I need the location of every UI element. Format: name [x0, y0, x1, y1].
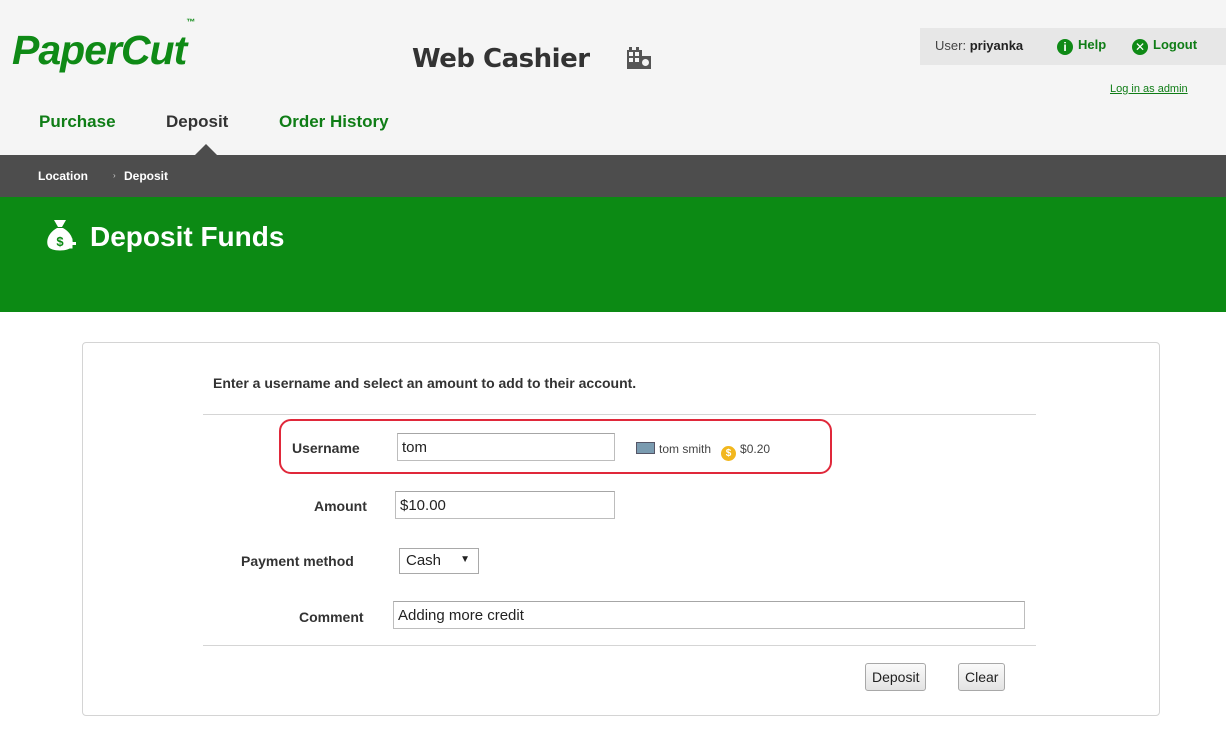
deposit-form-card — [82, 342, 1160, 716]
comment-label: Comment — [299, 609, 364, 625]
logout-link[interactable]: ✕ Logout — [1132, 37, 1197, 55]
money-bag-plus-icon: $ — [44, 218, 78, 259]
breadcrumb-separator: › — [113, 171, 116, 180]
amount-input[interactable] — [395, 491, 615, 519]
user-balance: $0.20 — [740, 442, 771, 456]
nav-purchase[interactable]: Purchase — [39, 113, 116, 130]
dropdown-arrow-icon: ▼ — [460, 554, 470, 565]
user-full-name: tom smith — [659, 442, 712, 456]
login-as-admin-link[interactable]: Log in as admin — [1110, 83, 1188, 95]
papercut-logo: PaperCut™ — [12, 18, 195, 73]
user-lookup-result: tom smith $ $0.20 — [636, 442, 770, 461]
help-link[interactable]: i Help — [1057, 37, 1106, 55]
breadcrumb-location[interactable]: Location — [38, 170, 88, 182]
amount-label: Amount — [314, 498, 367, 514]
page-title: Deposit Funds — [90, 221, 285, 252]
user-name: priyanka — [969, 38, 1024, 53]
header — [0, 0, 1226, 155]
payment-method-value: Cash — [406, 552, 442, 569]
info-icon: i — [1057, 39, 1073, 55]
deposit-button[interactable]: Deposit — [865, 663, 927, 691]
coin-icon: $ — [721, 446, 737, 461]
username-input[interactable] — [397, 433, 615, 461]
nav-order-history[interactable]: Order History — [279, 113, 389, 130]
logo-text: PaperCut — [12, 27, 187, 73]
comment-input[interactable] — [393, 601, 1025, 629]
nav-deposit[interactable]: Deposit — [166, 113, 228, 130]
cash-register-icon — [626, 47, 652, 76]
logout-label: Logout — [1153, 37, 1198, 52]
form-instructions: Enter a username and select an amount to… — [213, 375, 637, 391]
clear-button[interactable]: Clear — [958, 663, 1006, 691]
payment-method-label: Payment method — [241, 553, 354, 569]
active-nav-pointer — [195, 144, 217, 155]
logo-trademark: ™ — [186, 17, 195, 28]
close-circle-icon: ✕ — [1132, 39, 1148, 55]
divider-bottom — [203, 645, 1036, 646]
breadcrumb-deposit: Deposit — [124, 169, 169, 183]
app-title: Web Cashier — [412, 44, 590, 74]
username-label: Username — [292, 440, 360, 456]
id-card-icon — [636, 442, 655, 454]
payment-method-select[interactable]: Cash ▼ — [399, 548, 479, 574]
user-label: User: — [935, 38, 967, 53]
divider-top — [203, 414, 1036, 415]
help-label: Help — [1078, 37, 1107, 52]
page-banner — [0, 197, 1226, 312]
breadcrumb-bar — [0, 155, 1226, 197]
user-info: User: priyanka — [935, 38, 1023, 53]
svg-text:$: $ — [56, 234, 64, 249]
